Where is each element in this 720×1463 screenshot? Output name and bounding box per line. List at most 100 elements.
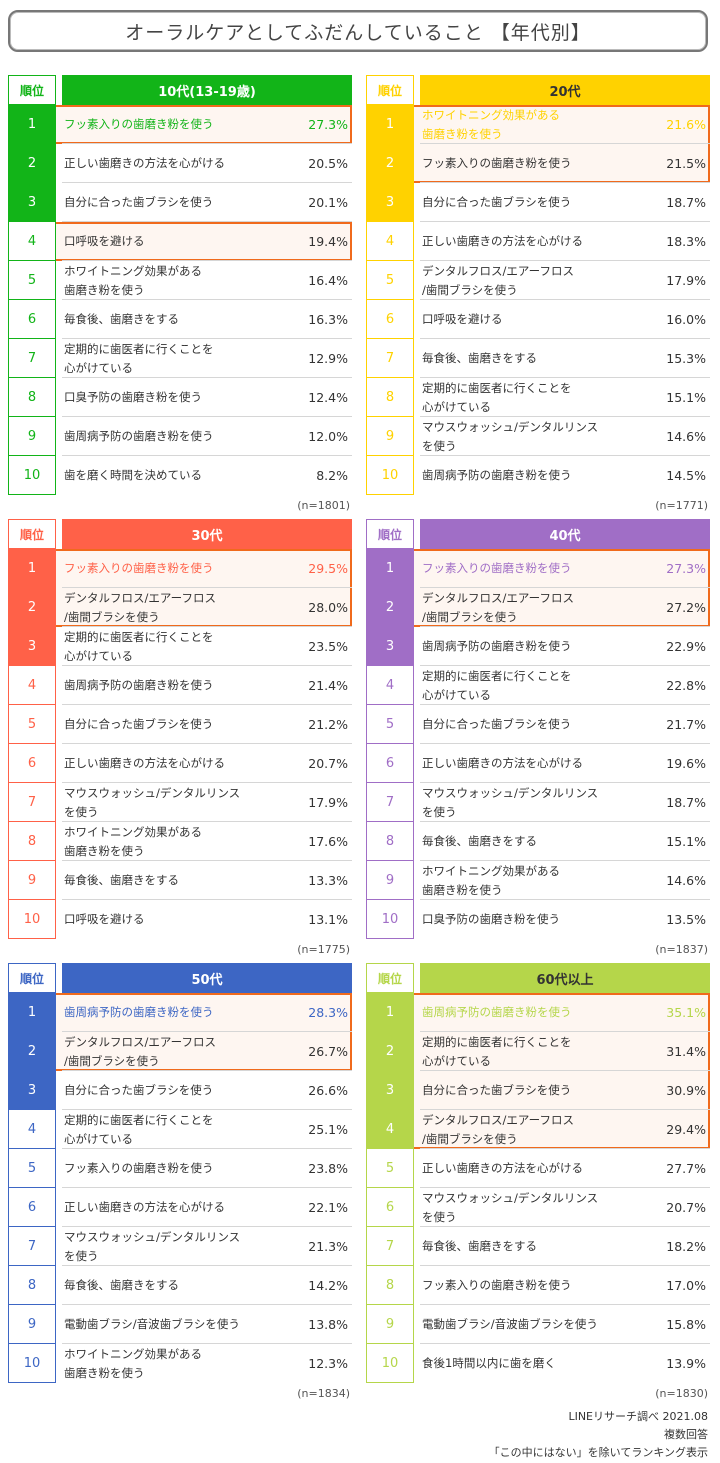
rank-header: 順位 bbox=[366, 963, 414, 993]
item-percentage: 13.9% bbox=[666, 1356, 706, 1371]
item-label: フッ素入りの歯磨き粉を使う bbox=[64, 117, 214, 131]
item-percentage: 16.4% bbox=[308, 273, 348, 288]
item-percentage: 15.3% bbox=[666, 351, 706, 366]
item-percentage: 20.7% bbox=[666, 1200, 706, 1215]
item-percentage: 19.4% bbox=[308, 234, 348, 249]
rank-cell: 6 bbox=[366, 744, 414, 783]
table-row: 10 歯周病予防の歯磨き粉を使う 14.5% bbox=[366, 456, 710, 495]
rank-cell: 6 bbox=[366, 1188, 414, 1227]
table-row: 7 マウスウォッシュ/デンタルリンス を使う 21.3% bbox=[8, 1227, 352, 1266]
table-row: 4 デンタルフロス/エアーフロス /歯間ブラシを使う 29.4% bbox=[366, 1110, 710, 1149]
table-row: 6 正しい歯磨きの方法を心がける 22.1% bbox=[8, 1188, 352, 1227]
table-row: 4 口呼吸を避ける 19.4% bbox=[8, 222, 352, 261]
table-row: 9 ホワイトニング効果がある 歯磨き粉を使う 14.6% bbox=[366, 861, 710, 900]
item-label: 歯周病予防の歯磨き粉を使う bbox=[64, 1005, 214, 1019]
rank-cell: 6 bbox=[8, 300, 56, 339]
table-row: 6 正しい歯磨きの方法を心がける 19.6% bbox=[366, 744, 710, 783]
rank-cell: 3 bbox=[8, 1071, 56, 1110]
table-row: 6 マウスウォッシュ/デンタルリンス を使う 20.7% bbox=[366, 1188, 710, 1227]
table-row: 9 毎食後、歯磨きをする 13.3% bbox=[8, 861, 352, 900]
table-header: 順位 10代(13-19歳) bbox=[8, 75, 352, 105]
item-percentage: 17.9% bbox=[308, 795, 348, 810]
item-percentage: 16.0% bbox=[666, 312, 706, 327]
item-percentage: 29.5% bbox=[308, 561, 348, 576]
item-label: 口呼吸を避ける bbox=[422, 312, 503, 326]
table-row: 2 デンタルフロス/エアーフロス /歯間ブラシを使う 26.7% bbox=[8, 1032, 352, 1071]
table-row: 5 正しい歯磨きの方法を心がける 27.7% bbox=[366, 1149, 710, 1188]
age-group-title: 50代 bbox=[62, 963, 352, 993]
table-row: 10 食後1時間以内に歯を磨く 13.9% bbox=[366, 1344, 710, 1383]
item-percentage: 29.4% bbox=[666, 1122, 706, 1137]
rank-cell: 2 bbox=[8, 588, 56, 627]
item-percentage: 35.1% bbox=[666, 1005, 706, 1020]
age-group-title: 10代(13-19歳) bbox=[62, 75, 352, 105]
item-label: ホワイトニング効果がある 歯磨き粉を使う bbox=[422, 107, 560, 141]
ranking-table: 順位 40代 1 フッ素入りの歯磨き粉を使う 27.3% 2 デンタルフロス/エアーフロス … bbox=[366, 519, 710, 963]
ranking-table: 順位 50代 1 歯周病予防の歯磨き粉を使う 28.3% 2 デンタルフロス/エアーフロス … bbox=[8, 963, 352, 1407]
table-header: 順位 60代以上 bbox=[366, 963, 710, 993]
item-percentage: 28.3% bbox=[308, 1005, 348, 1020]
item-percentage: 17.9% bbox=[666, 273, 706, 288]
rank-cell: 8 bbox=[8, 822, 56, 861]
table-row: 4 定期的に歯医者に行くことを 心がけている 25.1% bbox=[8, 1110, 352, 1149]
rank-cell: 6 bbox=[366, 300, 414, 339]
item-percentage: 21.7% bbox=[666, 717, 706, 732]
item-percentage: 15.8% bbox=[666, 1317, 706, 1332]
rank-cell: 1 bbox=[366, 105, 414, 144]
rank-cell: 10 bbox=[8, 1344, 56, 1383]
item-percentage: 17.0% bbox=[666, 1278, 706, 1293]
item-percentage: 22.8% bbox=[666, 678, 706, 693]
item-percentage: 14.5% bbox=[666, 468, 706, 483]
footer-note-multiple: 複数回答 bbox=[664, 1428, 708, 1441]
sample-size: (n=1830) bbox=[655, 1387, 708, 1400]
rank-cell: 8 bbox=[366, 378, 414, 417]
rank-cell: 1 bbox=[8, 105, 56, 144]
table-row: 9 電動歯ブラシ/音波歯ブラシを使う 15.8% bbox=[366, 1305, 710, 1344]
rank-cell: 8 bbox=[8, 378, 56, 417]
item-label: 自分に合った歯ブラシを使う bbox=[422, 717, 572, 731]
item-label: 歯周病予防の歯磨き粉を使う bbox=[422, 639, 572, 653]
item-label: フッ素入りの歯磨き粉を使う bbox=[422, 561, 572, 575]
table-row: 1 フッ素入りの歯磨き粉を使う 27.3% bbox=[366, 549, 710, 588]
item-percentage: 19.6% bbox=[666, 756, 706, 771]
item-label: 毎食後、歯磨きをする bbox=[422, 834, 537, 848]
item-label: 正しい歯磨きの方法を心がける bbox=[422, 756, 583, 770]
table-row: 8 毎食後、歯磨きをする 15.1% bbox=[366, 822, 710, 861]
item-label: 毎食後、歯磨きをする bbox=[64, 312, 179, 326]
table-row: 3 自分に合った歯ブラシを使う 18.7% bbox=[366, 183, 710, 222]
rank-header: 順位 bbox=[366, 519, 414, 549]
item-label: 定期的に歯医者に行くことを 心がけている bbox=[422, 1034, 572, 1068]
table-row: 5 自分に合った歯ブラシを使う 21.7% bbox=[366, 705, 710, 744]
footer-source: LINEリサーチ調べ 2021.08 bbox=[568, 1410, 708, 1423]
item-label: 口呼吸を避ける bbox=[64, 912, 145, 926]
table-row: 1 歯周病予防の歯磨き粉を使う 28.3% bbox=[8, 993, 352, 1032]
table-header: 順位 20代 bbox=[366, 75, 710, 105]
rank-cell: 1 bbox=[8, 993, 56, 1032]
item-label: ホワイトニング効果がある 歯磨き粉を使う bbox=[64, 824, 202, 858]
item-label: 毎食後、歯磨きをする bbox=[64, 873, 179, 887]
item-label: デンタルフロス/エアーフロス /歯間ブラシを使う bbox=[422, 1112, 574, 1146]
table-row: 6 口呼吸を避ける 16.0% bbox=[366, 300, 710, 339]
rank-cell: 10 bbox=[8, 900, 56, 939]
item-percentage: 31.4% bbox=[666, 1044, 706, 1059]
item-label: 毎食後、歯磨きをする bbox=[64, 1278, 179, 1292]
ranking-table: 順位 20代 1 ホワイトニング効果がある 歯磨き粉を使う 21.6% 2 フッ素入りの歯磨… bbox=[366, 75, 710, 519]
rank-cell: 10 bbox=[366, 900, 414, 939]
item-label: 自分に合った歯ブラシを使う bbox=[422, 1083, 572, 1097]
item-label: 歯を磨く時間を決めている bbox=[64, 468, 202, 482]
item-label: 正しい歯磨きの方法を心がける bbox=[64, 756, 225, 770]
rank-cell: 7 bbox=[8, 783, 56, 822]
rank-cell: 7 bbox=[8, 339, 56, 378]
table-header: 順位 40代 bbox=[366, 519, 710, 549]
item-label: 電動歯ブラシ/音波歯ブラシを使う bbox=[64, 1317, 240, 1331]
item-label: 正しい歯磨きの方法を心がける bbox=[422, 234, 583, 248]
item-label: マウスウォッシュ/デンタルリンス を使う bbox=[422, 785, 599, 819]
table-row: 2 正しい歯磨きの方法を心がける 20.5% bbox=[8, 144, 352, 183]
item-percentage: 12.3% bbox=[308, 1356, 348, 1371]
table-row: 7 定期的に歯医者に行くことを 心がけている 12.9% bbox=[8, 339, 352, 378]
item-percentage: 18.7% bbox=[666, 195, 706, 210]
item-label: フッ素入りの歯磨き粉を使う bbox=[64, 561, 214, 575]
item-label: 定期的に歯医者に行くことを 心がけている bbox=[422, 380, 572, 414]
item-percentage: 15.1% bbox=[666, 390, 706, 405]
table-row: 8 口臭予防の歯磨き粉を使う 12.4% bbox=[8, 378, 352, 417]
